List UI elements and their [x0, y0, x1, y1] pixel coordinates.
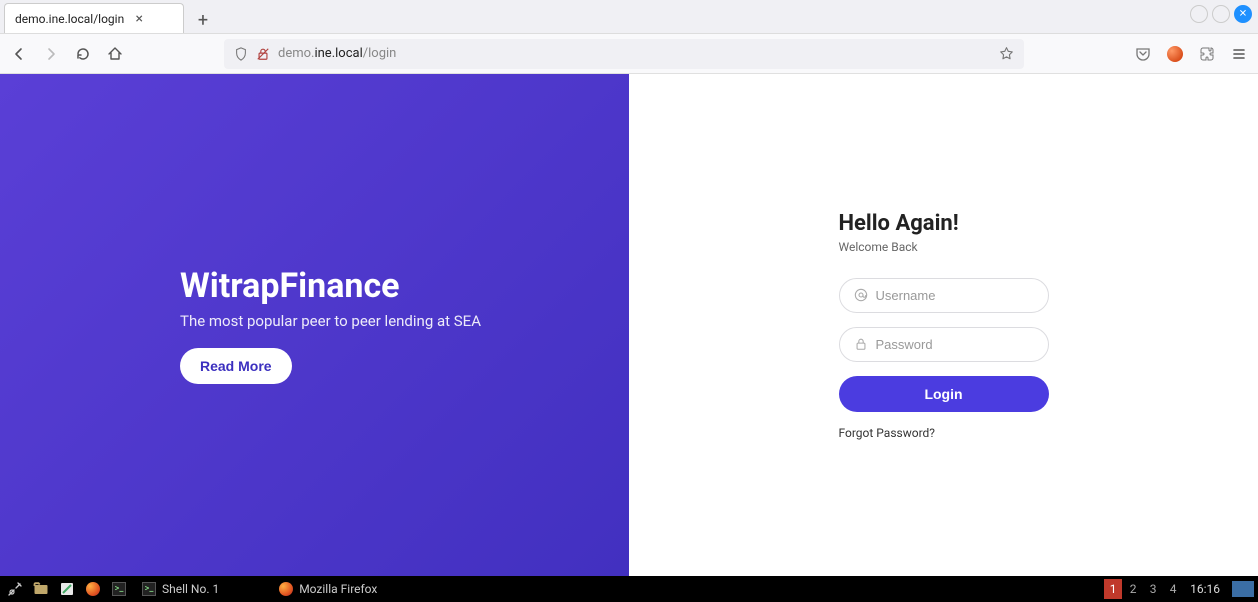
page-content: WitrapFinance The most popular peer to p…	[0, 74, 1258, 576]
firefox-launcher-icon[interactable]	[82, 578, 104, 600]
extensions-puzzle-icon[interactable]	[1198, 45, 1216, 63]
workspace-3[interactable]: 3	[1144, 579, 1162, 599]
forward-button[interactable]	[42, 45, 60, 63]
url-text: demo.ine.local/login	[278, 46, 991, 61]
login-heading: Hello Again!	[839, 211, 1049, 236]
login-form: Hello Again! Welcome Back Login Forgot P…	[839, 211, 1049, 440]
show-desktop-button[interactable]	[1232, 581, 1254, 597]
panel-clock[interactable]: 16:16	[1184, 582, 1226, 596]
lock-icon	[854, 337, 868, 351]
insecure-lock-icon[interactable]	[256, 47, 270, 61]
taskbar-item-firefox[interactable]: Mozilla Firefox	[271, 576, 385, 602]
window-maximize-button[interactable]	[1212, 5, 1230, 23]
browser-tab[interactable]: demo.ine.local/login ×	[4, 3, 184, 33]
taskbar-item-shell[interactable]: >_ Shell No. 1	[134, 576, 227, 602]
home-button[interactable]	[106, 45, 124, 63]
file-manager-launcher-icon[interactable]	[30, 578, 52, 600]
hero-subtitle: The most popular peer to peer lending at…	[180, 312, 589, 330]
browser-toolbar: demo.ine.local/login	[0, 34, 1258, 74]
firefox-icon	[279, 582, 293, 596]
workspace-2[interactable]: 2	[1124, 579, 1142, 599]
browser-tabbar: demo.ine.local/login × +	[0, 0, 1258, 34]
username-field-wrapper[interactable]	[839, 278, 1049, 313]
forgot-password-link[interactable]: Forgot Password?	[839, 426, 1049, 440]
window-close-button[interactable]	[1234, 5, 1252, 23]
hero-panel: WitrapFinance The most popular peer to p…	[0, 74, 629, 576]
terminal-icon: >_	[142, 582, 156, 596]
taskbar-item-label: Mozilla Firefox	[299, 582, 377, 596]
tab-title: demo.ine.local/login	[15, 12, 124, 26]
editor-launcher-icon[interactable]	[56, 578, 78, 600]
bookmark-star-icon[interactable]	[999, 46, 1014, 61]
back-button[interactable]	[10, 45, 28, 63]
new-tab-button[interactable]: +	[190, 7, 216, 33]
window-controls	[1190, 5, 1252, 23]
password-field-wrapper[interactable]	[839, 327, 1049, 362]
login-welcome: Welcome Back	[839, 240, 1049, 254]
workspace-4[interactable]: 4	[1164, 579, 1182, 599]
window-minimize-button[interactable]	[1190, 5, 1208, 23]
url-bar[interactable]: demo.ine.local/login	[224, 39, 1024, 69]
password-input[interactable]	[876, 337, 1052, 352]
reload-button[interactable]	[74, 45, 92, 63]
tab-close-icon[interactable]: ×	[132, 12, 146, 26]
login-panel: Hello Again! Welcome Back Login Forgot P…	[629, 74, 1258, 576]
app-menu-icon[interactable]	[1230, 45, 1248, 63]
taskbar-item-label: Shell No. 1	[162, 582, 219, 596]
read-more-button[interactable]: Read More	[180, 348, 292, 384]
at-sign-icon	[854, 288, 868, 302]
hero-title: WitrapFinance	[180, 266, 589, 306]
login-button[interactable]: Login	[839, 376, 1049, 412]
workspace-1[interactable]: 1	[1104, 579, 1122, 599]
terminal-launcher-icon[interactable]: >_	[108, 578, 130, 600]
pocket-icon[interactable]	[1134, 45, 1152, 63]
extension-icon[interactable]	[1166, 45, 1184, 63]
tools-launcher-icon[interactable]	[4, 578, 26, 600]
username-input[interactable]	[876, 288, 1052, 303]
desktop-panel: >_ >_ Shell No. 1 Mozilla Firefox 1 2 3 …	[0, 576, 1258, 602]
shield-icon[interactable]	[234, 47, 248, 61]
